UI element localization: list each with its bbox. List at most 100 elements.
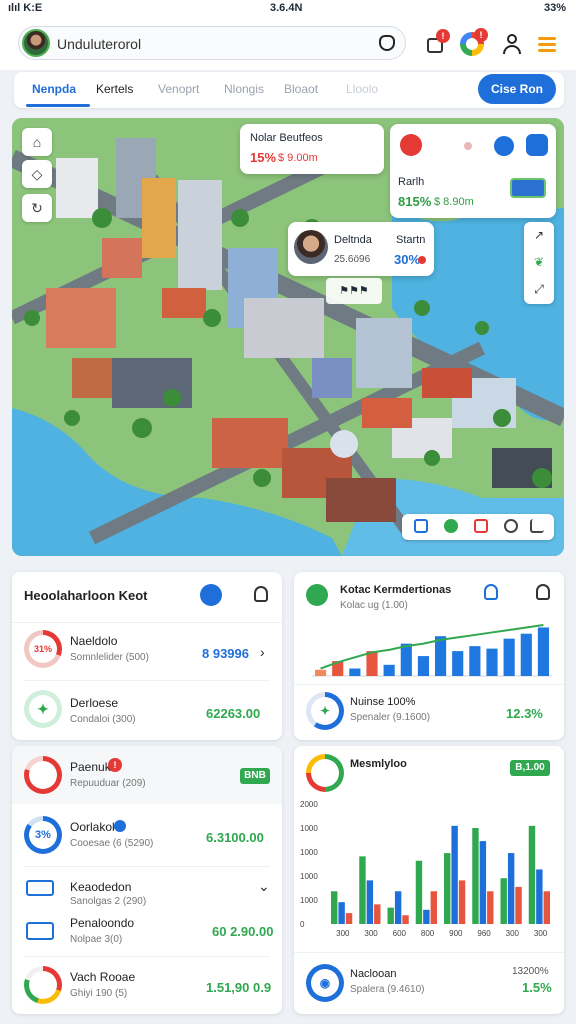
divider [24, 866, 270, 867]
tab-lloolo[interactable]: Lloolo [346, 82, 378, 96]
info-icon[interactable] [494, 136, 514, 156]
ring-center [29, 761, 57, 789]
ring-icon: ✦ [311, 697, 339, 725]
map-home-button[interactable]: ⌂ [22, 128, 52, 156]
tab-nlongis[interactable]: Nlongis [224, 82, 264, 96]
tab-bloaot[interactable]: Bloaot [284, 82, 318, 96]
row-value: 60 2.90.00 [212, 924, 274, 939]
bar [469, 646, 481, 676]
expand-icon[interactable]: ⤢ [524, 276, 554, 303]
tool-leaf-icon[interactable] [444, 519, 458, 533]
bar [383, 664, 395, 676]
cta-button[interactable]: Cise Ron [478, 74, 556, 104]
map-pin-label[interactable]: ⚑⚑⚑ [326, 278, 382, 304]
bookmark-icon[interactable] [536, 584, 550, 600]
menu-icon[interactable] [536, 32, 560, 56]
monthly-bar-chart: 2000 1000 1000 1000 1000 0 300 300 600 800 900 960 3… [300, 800, 550, 938]
status-bar: ılıl K:E 3.6.4N 33% [0, 0, 576, 18]
map-layer-button[interactable]: ◇ [22, 160, 52, 188]
bar [537, 627, 549, 676]
bar [387, 907, 394, 924]
google-badge: ! [474, 28, 488, 42]
row-label: Paenuk [70, 760, 111, 774]
y-tick-label: 1000 [300, 872, 318, 881]
progress-ring [24, 966, 62, 1004]
map-rotate-button[interactable]: ↻ [22, 194, 52, 222]
x-tick-label: 900 [449, 929, 463, 938]
row-value-top: 13200% [512, 966, 549, 977]
progress-ring: ◉ [306, 964, 344, 1002]
chevron-down-icon[interactable]: ⌄ [258, 878, 270, 895]
bar [472, 828, 479, 924]
bookmark-icon[interactable] [254, 586, 268, 602]
share-icon[interactable] [526, 134, 548, 156]
map-side-toolbar: ↗ ❦ ⤢ [524, 222, 554, 304]
bar [359, 856, 366, 924]
overlay-sub: $ 9.00m [278, 152, 318, 164]
row-sub: Somnlelider (500) [70, 652, 149, 663]
bar [400, 643, 412, 676]
bar [402, 915, 409, 924]
row-sub: Condaloi (300) [70, 714, 136, 725]
card-trend: Kotac Kermdertionas Kolac ug (1.00) ✦ Nu… [294, 572, 564, 740]
notification-badge: ! [108, 758, 122, 772]
tool-doc-icon[interactable] [414, 519, 428, 533]
globe-icon [306, 584, 328, 606]
bar [331, 891, 338, 924]
bar [528, 825, 536, 924]
search-input[interactable]: Unduluterorol [57, 36, 141, 52]
ring-center [311, 759, 339, 787]
user-icon[interactable] [500, 32, 524, 56]
tab-nenpda[interactable]: Nenpda [32, 82, 76, 96]
x-tick-label: 300 [534, 929, 548, 938]
ring-label: 31% [29, 635, 57, 663]
alert-dot [418, 256, 426, 264]
status-signal: ılıl K:E [8, 2, 43, 14]
row-sub: Spenaler (9.1600) [350, 712, 431, 723]
avatar[interactable] [22, 29, 50, 57]
leaf-icon[interactable]: ❦ [524, 249, 554, 276]
y-tick-label: 0 [300, 920, 305, 929]
map-overlay-rarlh[interactable]: Rarlh 815% $ 8.90m [390, 124, 556, 218]
row-label: Keaodedon [70, 880, 132, 894]
search-bar[interactable]: Unduluterorol [18, 26, 406, 60]
progress-ring: ✦ [306, 692, 344, 730]
bar [366, 651, 378, 676]
bar [345, 913, 353, 924]
tab-kertels[interactable]: Kertels [96, 82, 133, 96]
map-tools [402, 514, 554, 540]
y-tick-label: 2000 [300, 800, 318, 809]
tool-photo-icon[interactable] [474, 519, 488, 533]
row-label: Nuinse 100% [350, 696, 416, 708]
flag-icon[interactable] [400, 134, 422, 156]
map-overlay-stat[interactable]: Nolar Beutfeos 15% $ 9.00m [240, 124, 384, 174]
map-overlay-person[interactable]: Deltnda Startn 25.6ö96 30% [288, 222, 434, 276]
row-value: 6.3100.00 [206, 830, 264, 845]
bar [507, 853, 515, 924]
overlay-title: Deltnda [334, 234, 372, 246]
overlay-title: Rarlh [398, 176, 425, 188]
row-value: 8 93996 [202, 646, 249, 661]
bag-icon[interactable]: ! [424, 29, 450, 56]
doc-icon[interactable] [484, 584, 498, 600]
bell-icon[interactable] [379, 35, 395, 51]
refresh-icon[interactable] [200, 584, 222, 606]
row-sub: Sanolgas 2 (290) [70, 896, 147, 907]
chevron-right-icon[interactable]: › [260, 644, 265, 660]
top-bar: Unduluterorol ! ! [0, 18, 576, 70]
tool-circle-icon[interactable] [504, 519, 518, 533]
tab-venoprt[interactable]: Venoprt [158, 82, 199, 96]
arrow-icon[interactable]: ↗ [524, 222, 554, 249]
bag-badge: ! [436, 29, 450, 43]
status-dot [464, 142, 472, 150]
progress-ring: 31% [24, 630, 62, 668]
overlay-value: 815% [398, 194, 432, 209]
y-tick-label: 1000 [300, 896, 318, 905]
google-icon[interactable]: ! [460, 28, 488, 56]
leaf-ring: ✦ [24, 690, 62, 728]
card-subtitle: Kolac ug (1.00) [340, 600, 408, 611]
tool-ruler-icon[interactable] [530, 519, 544, 533]
person-avatar [294, 230, 328, 264]
city-map[interactable]: ⌂ ◇ ↻ Nolar Beutfeos 15% $ 9.00m Rarlh 8… [12, 118, 564, 556]
card-icon [26, 880, 54, 896]
